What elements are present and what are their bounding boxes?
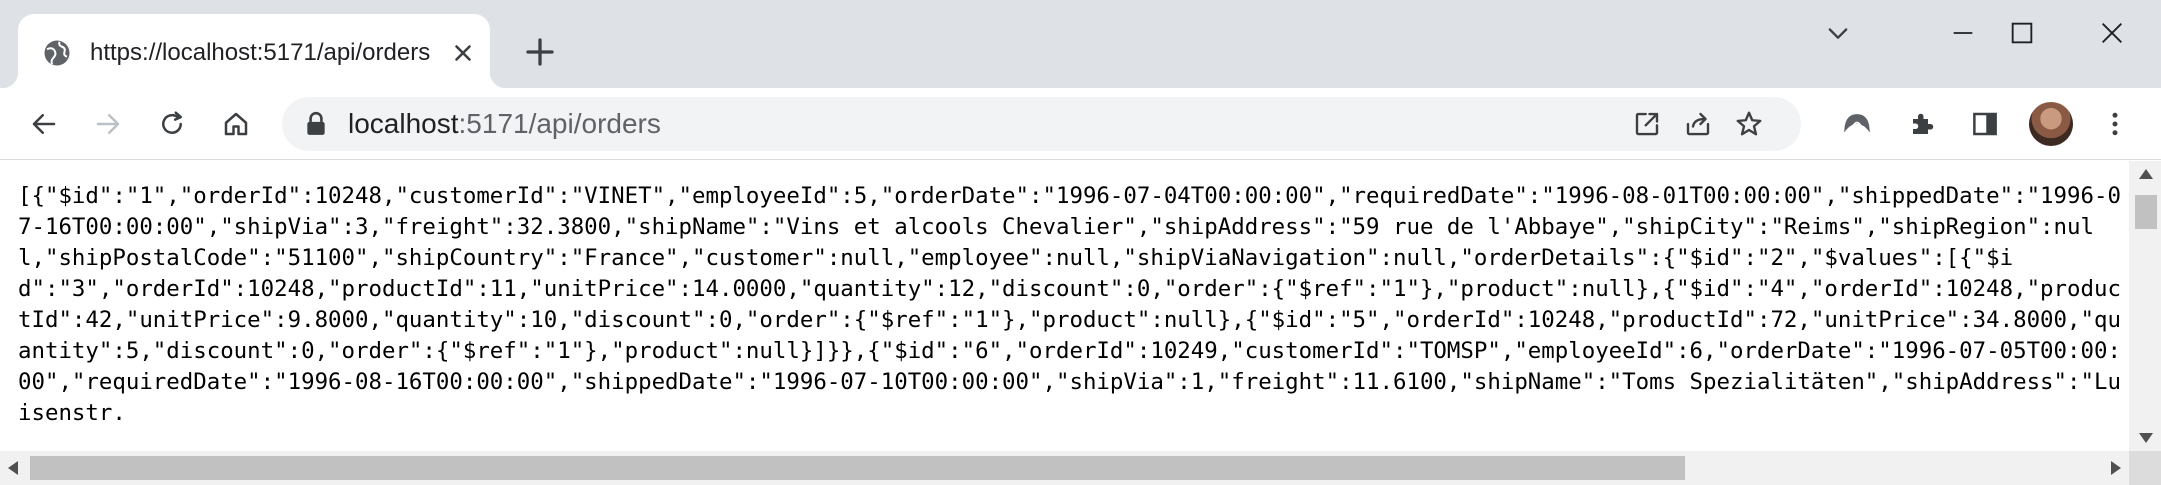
side-panel-button[interactable] xyxy=(1963,102,2007,146)
vertical-scroll-thumb[interactable] xyxy=(2135,195,2157,229)
vertical-scrollbar[interactable] xyxy=(2129,161,2161,451)
url-text[interactable]: localhost:5171/api/orders xyxy=(348,109,661,139)
share-icon xyxy=(1686,112,1710,136)
page-content: [{"$id":"1","orderId":10248,"customerId"… xyxy=(0,161,2161,485)
close-tab-icon[interactable] xyxy=(450,40,476,66)
back-button[interactable] xyxy=(22,102,66,146)
maximize-icon xyxy=(2011,22,2033,44)
scroll-left-arrow-icon[interactable] xyxy=(8,461,18,475)
tab-orders[interactable]: https://localhost:5171/api/orders xyxy=(2,14,506,88)
star-icon xyxy=(1736,111,1762,136)
close-window-button[interactable] xyxy=(2077,10,2147,56)
minimize-icon xyxy=(1953,32,1973,34)
scrollbar-corner xyxy=(2129,451,2161,485)
chevron-down-icon xyxy=(1828,28,1848,39)
horizontal-scrollbar[interactable] xyxy=(0,451,2129,485)
side-panel-icon xyxy=(1973,112,1997,136)
extensions-button[interactable] xyxy=(1901,102,1945,146)
tab-title: https://localhost:5171/api/orders xyxy=(90,39,431,66)
profile-extension-button[interactable] xyxy=(1835,102,1879,146)
lock-icon[interactable] xyxy=(304,111,328,137)
close-icon xyxy=(2102,23,2122,43)
open-in-app-button[interactable] xyxy=(1628,105,1666,143)
menu-button[interactable] xyxy=(2093,102,2137,146)
browser-toolbar: localhost:5171/api/orders xyxy=(0,88,2161,160)
horizontal-scroll-thumb[interactable] xyxy=(30,456,1685,480)
json-response-text: [{"$id":"1","orderId":10248,"customerId"… xyxy=(18,183,2121,426)
open-in-app-icon xyxy=(1635,112,1659,136)
forward-button[interactable] xyxy=(86,102,130,146)
profile-logo-icon xyxy=(1844,114,1870,133)
new-tab-button[interactable] xyxy=(522,34,558,70)
tab-strip: https://localhost:5171/api/orders xyxy=(0,0,2161,88)
address-bar[interactable]: localhost:5171/api/orders xyxy=(282,97,1801,151)
url-host: localhost xyxy=(348,108,459,139)
reload-icon xyxy=(162,111,182,134)
globe-icon xyxy=(44,40,70,66)
home-button[interactable] xyxy=(214,102,258,146)
scroll-right-arrow-icon[interactable] xyxy=(2111,461,2121,475)
url-path: :5171/api/orders xyxy=(458,108,661,139)
home-icon xyxy=(224,112,248,136)
forward-icon xyxy=(96,114,120,134)
scroll-down-arrow-icon[interactable] xyxy=(2139,433,2153,443)
tab-search-button[interactable] xyxy=(1803,10,1873,56)
reload-button[interactable] xyxy=(150,102,194,146)
share-button[interactable] xyxy=(1679,105,1717,143)
avatar[interactable] xyxy=(2029,102,2073,146)
kebab-menu-icon xyxy=(2112,112,2118,136)
maximize-button[interactable] xyxy=(1987,10,2057,56)
puzzle-icon xyxy=(1913,113,1934,134)
back-icon xyxy=(32,114,56,134)
bookmark-button[interactable] xyxy=(1730,105,1768,143)
scroll-up-arrow-icon[interactable] xyxy=(2139,169,2153,179)
